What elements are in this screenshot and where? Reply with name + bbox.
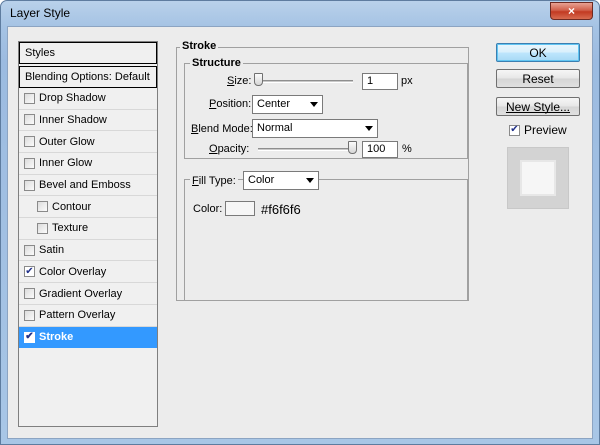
preview-toggle[interactable]: ✔ Preview (509, 123, 567, 137)
size-label: Size: (227, 75, 252, 87)
style-item[interactable]: Satin (19, 240, 157, 262)
size-slider-thumb[interactable] (254, 73, 263, 86)
style-item-label: Color Overlay (39, 265, 107, 278)
fill-type-group (184, 179, 468, 301)
style-item-label: Gradient Overlay (39, 287, 123, 300)
checkbox-icon[interactable] (24, 157, 35, 169)
reset-button[interactable]: Reset (496, 69, 580, 88)
checked-checkbox-icon[interactable]: ✔ (24, 331, 35, 343)
checkbox-icon[interactable] (24, 309, 35, 321)
color-hex-text: #f6f6f6 (261, 202, 301, 217)
blend-mode-select[interactable]: Normal (252, 119, 378, 138)
opacity-slider-thumb[interactable] (348, 141, 357, 154)
new-style-button[interactable]: New Style... (496, 97, 580, 116)
size-unit: px (401, 75, 413, 87)
style-item[interactable]: Inner Shadow (19, 110, 157, 132)
checkbox-icon[interactable] (24, 288, 35, 300)
position-select[interactable]: Center (252, 95, 323, 114)
structure-group-title: Structure (190, 57, 243, 69)
ok-button[interactable]: OK (496, 43, 580, 62)
blend-mode-value: Normal (257, 122, 293, 134)
preview-checkbox[interactable]: ✔ (509, 124, 520, 136)
checkbox-icon[interactable] (24, 244, 35, 256)
title-bar[interactable]: Layer Style × (1, 1, 599, 25)
style-item[interactable]: ✔ Stroke (19, 326, 157, 349)
style-item-label: Drop Shadow (39, 92, 106, 105)
checkbox-icon[interactable] (37, 222, 48, 234)
preview-label: Preview (524, 123, 567, 137)
style-item-label: Contour (52, 200, 92, 213)
dialog-body: Styles Blending Options: Default Drop Sh… (7, 26, 593, 439)
checkbox-icon[interactable] (24, 179, 35, 191)
window-title: Layer Style (10, 6, 71, 20)
fill-type-select[interactable]: Color (243, 171, 319, 190)
checkbox-icon[interactable] (24, 114, 35, 126)
position-value: Center (257, 98, 291, 110)
style-item-label: Inner Shadow (39, 113, 107, 126)
stroke-group-title: Stroke (180, 40, 219, 52)
layer-style-window: Layer Style × Styles Blending Options: D… (0, 0, 600, 445)
style-item-label: Stroke (39, 331, 74, 344)
styles-header-label: Styles (25, 46, 55, 59)
checkbox-icon[interactable] (37, 201, 48, 213)
style-item-label: Bevel and Emboss (39, 179, 131, 192)
close-button[interactable]: × (550, 2, 593, 20)
close-icon: × (567, 4, 575, 18)
styles-list-header[interactable]: Styles (19, 42, 157, 64)
opacity-label: Opacity: (209, 143, 250, 155)
color-swatch[interactable] (225, 201, 255, 216)
checkbox-icon[interactable] (24, 136, 35, 148)
style-item[interactable]: Inner Glow (19, 153, 157, 175)
style-item[interactable]: Pattern Overlay (19, 305, 157, 327)
color-label: Color: (193, 203, 223, 215)
style-item-label: Satin (39, 244, 65, 257)
preview-swatch (520, 160, 556, 196)
fill-type-value: Color (248, 174, 275, 186)
opacity-slider-track[interactable] (258, 148, 357, 151)
style-item[interactable]: Bevel and Emboss (19, 175, 157, 197)
style-item[interactable]: Contour (19, 197, 157, 218)
checkbox-icon[interactable] (24, 92, 35, 104)
opacity-input[interactable]: 100 (362, 141, 398, 158)
chevron-down-icon (310, 102, 318, 107)
preview-thumbnail (507, 147, 569, 209)
blending-options-item[interactable]: Blending Options: Default (19, 66, 157, 88)
chevron-down-icon (306, 178, 314, 183)
new-style-label: New Style... (505, 99, 571, 114)
opacity-unit: % (402, 143, 412, 155)
chevron-down-icon (365, 126, 373, 131)
style-item-label: Outer Glow (39, 135, 95, 148)
style-item[interactable]: Outer Glow (19, 131, 157, 153)
styles-list: Styles Blending Options: Default Drop Sh… (18, 41, 158, 427)
size-slider-track[interactable] (254, 80, 353, 83)
blend-mode-label: Blend Mode: (191, 123, 253, 135)
checked-checkbox-icon[interactable]: ✔ (24, 266, 35, 278)
style-item[interactable]: Texture (19, 218, 157, 240)
position-label: Position: (209, 98, 252, 110)
style-item-label: Pattern Overlay (39, 309, 116, 322)
fill-type-label: Fill Type: (190, 175, 238, 187)
blending-options-label: Blending Options: Default (25, 70, 150, 83)
style-item-label: Texture (52, 222, 89, 235)
style-item[interactable]: ✔ Color Overlay (19, 262, 157, 284)
style-item[interactable]: Drop Shadow (19, 88, 157, 110)
style-item[interactable]: Gradient Overlay (19, 283, 157, 305)
style-item-label: Inner Glow (39, 157, 93, 170)
size-input[interactable]: 1 (362, 73, 398, 90)
